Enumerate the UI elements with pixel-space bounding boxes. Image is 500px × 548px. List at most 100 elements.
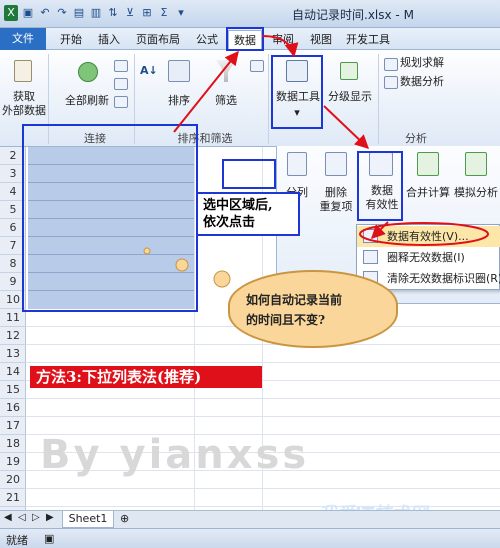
connections-icon[interactable] (114, 60, 128, 72)
remove-duplicates-icon (325, 152, 347, 176)
circle-invalid-icon (363, 250, 378, 264)
solver-icon (384, 58, 398, 71)
row-number[interactable]: 16 (0, 399, 26, 417)
row-number[interactable]: 17 (0, 417, 26, 435)
tab-review[interactable]: 审阅 (266, 30, 300, 49)
outline-icon (340, 62, 358, 80)
highlight-empty-area (222, 159, 276, 189)
status-bar: 就绪 ▣ (0, 528, 500, 548)
group-label-analysis: 分析 (405, 132, 427, 145)
row-number[interactable]: 18 (0, 435, 26, 453)
new-sheet-icon[interactable]: ⊕ (120, 512, 129, 525)
redo-icon[interactable]: ↷ (55, 5, 69, 21)
row-number[interactable]: 21 (0, 489, 26, 507)
grid-line (26, 506, 500, 507)
database-icon (14, 60, 32, 82)
get-external-label-1: 获取 (13, 90, 35, 103)
filter-icon[interactable]: ⊻ (123, 5, 137, 21)
grid-line (26, 398, 500, 399)
consolidate-icon (417, 152, 439, 176)
tab-file[interactable]: 文件 (0, 28, 46, 50)
refresh-all-button[interactable]: 全部刷新 (56, 94, 118, 108)
first-sheet-icon[interactable]: ◀ (4, 512, 12, 523)
grid-line (26, 488, 500, 489)
what-if-analysis-button[interactable]: 模拟分析 (451, 186, 500, 200)
filter-button[interactable]: 筛选 (208, 94, 244, 108)
sort-dialog-icon (168, 60, 190, 82)
sort-az-icon[interactable]: A↓ (140, 64, 158, 78)
window-title: 自动记录时间.xlsx - M (292, 8, 414, 22)
tab-insert[interactable]: 插入 (92, 30, 126, 49)
method-banner: 方法3:下拉列表法(推荐) (30, 366, 262, 388)
remove-duplicates-label-2: 重复项 (319, 200, 353, 213)
grid-line (26, 416, 500, 417)
what-if-icon (465, 152, 487, 176)
customize-qat-icon[interactable]: ▾ (174, 5, 188, 21)
borders-icon[interactable]: ⊞ (140, 5, 154, 21)
sum-icon[interactable]: Σ (157, 5, 171, 21)
menu-item-label: 数据有效性(V)... (387, 230, 469, 243)
sort-icon[interactable]: ⇅ (106, 5, 120, 21)
next-sheet-icon[interactable]: ▷ (32, 512, 40, 523)
highlight-selection (22, 124, 198, 312)
status-ready: 就绪 (6, 534, 28, 547)
consolidate-button[interactable]: 合并计算 (403, 186, 453, 200)
validation-icon (363, 229, 378, 243)
tab-formulas[interactable]: 公式 (190, 30, 224, 49)
callout-line-1: 选中区域后, (203, 198, 273, 213)
sheet-tab-sheet1[interactable]: Sheet1 (62, 511, 114, 528)
outline-button[interactable]: 分级显示 (324, 90, 376, 104)
funnel-icon (216, 60, 236, 82)
solver-button[interactable]: 规划求解 (400, 56, 460, 70)
last-sheet-icon[interactable]: ▶ (46, 512, 54, 523)
question-line-1: 如何自动记录当前 (246, 293, 343, 307)
menu-item-label: 圈释无效数据(I) (387, 251, 465, 264)
highlight-validation-button (357, 151, 403, 221)
title-bar: X ▣ ↶ ↷ ▤ ▥ ⇅ ⊻ ⊞ Σ ▾ 自动记录时间.xlsx - M (0, 0, 500, 28)
row-number[interactable]: 13 (0, 345, 26, 363)
text-to-columns-icon (287, 152, 307, 176)
advanced-filter-icon[interactable] (250, 60, 264, 72)
row-number[interactable]: 20 (0, 471, 26, 489)
get-external-label-2: 外部数据 (2, 104, 46, 117)
data-validation-menu: 数据有效性(V)... 圈释无效数据(I) 清除无效数据标识圈(R) (356, 224, 500, 290)
highlight-data-tools (271, 55, 323, 129)
data-analysis-icon (384, 76, 398, 89)
get-external-data-button[interactable]: 获取 外部数据 (2, 90, 46, 118)
row-number[interactable]: 15 (0, 381, 26, 399)
tab-view[interactable]: 视图 (304, 30, 338, 49)
macro-record-icon[interactable]: ▣ (44, 532, 54, 545)
tab-developer[interactable]: 开发工具 (340, 30, 396, 49)
sort-button[interactable]: 排序 (160, 94, 198, 108)
tab-home[interactable]: 开始 (54, 30, 88, 49)
quick-access-toolbar: X ▣ ↶ ↷ ▤ ▥ ⇅ ⊻ ⊞ Σ ▾ (4, 5, 188, 21)
question-line-2: 的时间且不变? (246, 313, 326, 327)
grid-line (26, 362, 500, 363)
row-number[interactable]: 14 (0, 363, 26, 381)
ribbon-separator (268, 54, 269, 144)
menu-item-data-validation[interactable]: 数据有效性(V)... (357, 226, 500, 247)
tab-page-layout[interactable]: 页面布局 (130, 30, 186, 49)
excel-icon[interactable]: X (4, 5, 18, 21)
row-number[interactable]: 19 (0, 453, 26, 471)
undo-icon[interactable]: ↶ (38, 5, 52, 21)
chart-icon[interactable]: ▥ (89, 5, 103, 21)
prev-sheet-icon[interactable]: ◁ (18, 512, 26, 523)
save-icon[interactable]: ▣ (21, 5, 35, 21)
ribbon-separator (378, 54, 379, 144)
edit-links-icon[interactable] (114, 96, 128, 108)
menu-item-label: 清除无效数据标识圈(R) (387, 272, 500, 285)
author-watermark: By yianxss (40, 432, 310, 478)
properties-icon[interactable] (114, 78, 128, 90)
print-preview-icon[interactable]: ▤ (72, 5, 86, 21)
grid-line (26, 344, 500, 345)
sheet-tabs-bar: ◀ ◁ ▷ ▶ Sheet1 ⊕ (0, 510, 500, 528)
highlight-data-tab (226, 27, 264, 51)
data-analysis-button[interactable]: 数据分析 (400, 75, 460, 89)
remove-duplicates-button[interactable]: 删除 重复项 (313, 186, 359, 214)
question-text: 如何自动记录当前 的时间且不变? (246, 290, 386, 330)
row-number[interactable]: 12 (0, 327, 26, 345)
refresh-icon (78, 62, 98, 82)
menu-item-circle-invalid[interactable]: 圈释无效数据(I) (357, 247, 500, 268)
callout-line-2: 依次点击 (203, 215, 256, 230)
